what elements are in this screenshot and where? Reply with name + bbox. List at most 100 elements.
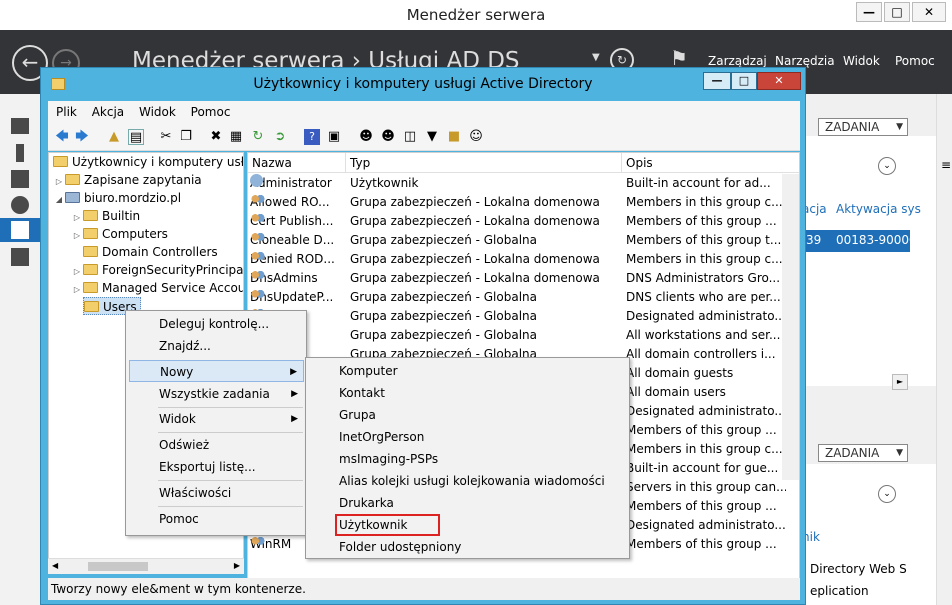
new-ou-icon[interactable]: ◫ — [402, 129, 418, 145]
menu-delegate-control[interactable]: Deleguj kontrolę... — [129, 313, 269, 335]
tasks-dropdown-bottom[interactable]: ZADANIA ▼ — [818, 444, 908, 462]
table-row[interactable]: DnsAdmins Grupa zabezpieczeń - Lokalna do… — [248, 269, 799, 288]
sm-menu-help[interactable]: Pomoc — [895, 54, 935, 68]
tree-hscrollbar[interactable]: ◀ ▶ — [48, 558, 244, 574]
scroll-right-icon[interactable]: ▶ — [234, 561, 240, 570]
table-row[interactable]: DnsUpdateP... Grupa zabezpieczeń - Global… — [248, 288, 799, 307]
expand-icon[interactable]: ▷ — [71, 281, 83, 299]
ad-close-button[interactable]: ✕ — [757, 72, 801, 90]
local-server-icon[interactable] — [16, 144, 24, 162]
sm-close-button[interactable]: ✕ — [912, 2, 946, 22]
new-group[interactable]: Grupa — [309, 404, 376, 426]
sm-right-panel: ZADANIA ▼ ⌄ acja Aktywacja sys 39 00183-9… — [800, 94, 952, 605]
table-row[interactable]: Denied ROD... Grupa zabezpieczeń - Lokaln… — [248, 250, 799, 269]
separator — [158, 506, 303, 507]
ad-ds-icon[interactable] — [11, 196, 29, 214]
table-row[interactable]: Allowed RO... Grupa zabezpieczeń - Lokaln… — [248, 193, 799, 212]
menu-new[interactable]: Nowy ▶ — [129, 360, 304, 382]
folder-icon — [83, 264, 98, 275]
menu-properties[interactable]: Właściwości — [129, 482, 231, 504]
folder-icon — [83, 210, 98, 221]
cell-type: Grupa zabezpieczeń - Globalna — [350, 328, 537, 342]
sm-menu-manage[interactable]: Zarządzaj — [708, 54, 767, 68]
sm-menu-view[interactable]: Widok — [843, 54, 880, 68]
new-contact[interactable]: Kontakt — [309, 382, 385, 404]
scroll-right-icon[interactable]: ► — [892, 374, 908, 390]
new-computer[interactable]: Komputer — [309, 360, 398, 382]
add-to-group-icon[interactable]: ☺ — [468, 129, 484, 145]
copy-icon[interactable]: ❐ — [178, 129, 194, 145]
new-inetorgperson[interactable]: InetOrgPerson — [309, 426, 424, 448]
table-row[interactable]: Cert Publish... Grupa zabezpieczeń - Loka… — [248, 212, 799, 231]
cell-desc: Members of this group t... — [626, 233, 782, 247]
menu-view[interactable]: Widok — [139, 101, 176, 123]
menu-view-sub[interactable]: Widok ▶ — [129, 408, 304, 430]
list-vscrollbar[interactable] — [782, 174, 799, 480]
all-servers-icon[interactable] — [11, 170, 29, 188]
cell-desc: All domain users — [626, 385, 726, 399]
tree-domain[interactable]: ◢ biuro.mordzio.pl — [53, 189, 181, 207]
ad-minimize-button[interactable]: — — [703, 72, 731, 90]
chevron-down-icon[interactable]: ▼ — [592, 52, 600, 63]
properties-icon[interactable]: ▦ — [228, 129, 244, 145]
forward-icon[interactable]: 🡆 — [74, 129, 90, 145]
file-services-icon[interactable] — [11, 248, 29, 266]
sm-minimize-button[interactable]: — — [856, 2, 882, 22]
menu-file[interactable]: Plik — [56, 101, 77, 123]
scroll-left-icon[interactable]: ◀ — [52, 561, 58, 570]
menu-find[interactable]: Znajdź... — [129, 335, 211, 357]
collapse-chevron-icon[interactable]: ⌄ — [878, 157, 896, 175]
scroll-thumb[interactable] — [88, 562, 148, 571]
menu-help[interactable]: Pomoc — [191, 101, 231, 123]
new-msimaging-psps[interactable]: msImaging-PSPs — [309, 448, 438, 470]
tree-managed-service[interactable]: ▷Managed Service Accounts — [71, 279, 243, 299]
refresh-icon-toolbar[interactable]: ↻ — [250, 129, 266, 145]
export-icon[interactable]: ➲ — [272, 129, 288, 145]
dashboard-icon[interactable] — [11, 118, 29, 134]
sm-menu-tools[interactable]: Narzędzia — [775, 54, 835, 68]
tree-root[interactable]: Użytkownicy i komputery usługi — [53, 153, 243, 171]
tasks-dropdown-top[interactable]: ZADANIA ▼ — [818, 118, 908, 136]
find-icon[interactable]: ■ — [446, 129, 462, 145]
collapse-chevron-icon-2[interactable]: ⌄ — [878, 485, 896, 503]
menu-refresh[interactable]: Odśwież — [129, 434, 209, 456]
help-icon[interactable]: ? — [304, 129, 320, 145]
show-tree-icon[interactable]: ▤ — [128, 129, 144, 145]
cut-icon[interactable]: ✂ — [158, 129, 174, 145]
menu-action[interactable]: Akcja — [92, 101, 124, 123]
console-icon[interactable]: ▣ — [326, 129, 342, 145]
separator — [158, 480, 303, 481]
tree-domain-controllers[interactable]: Domain Controllers — [71, 243, 218, 261]
cell-name: Denied ROD... — [250, 250, 335, 266]
sm-maximize-button[interactable]: □ — [884, 2, 910, 22]
back-icon[interactable]: 🡄 — [54, 129, 70, 145]
col-desc[interactable]: Opis — [622, 153, 799, 173]
new-group-icon[interactable]: ☻ — [380, 129, 396, 145]
new-shared-folder[interactable]: Folder udostępniony — [309, 536, 461, 558]
filter-icon[interactable]: ▼ — [424, 129, 440, 145]
col-name[interactable]: Nazwa — [248, 153, 346, 173]
menu-export-list[interactable]: Eksportuj listę... — [129, 456, 256, 478]
table-row[interactable]: Administrator Użytkownik Built-in account … — [248, 174, 799, 193]
tree-saved-queries[interactable]: ▷ Zapisane zapytania — [53, 171, 202, 189]
menu-all-tasks[interactable]: Wszystkie zadania ▶ — [129, 383, 304, 405]
collapse-icon[interactable]: ◢ — [53, 191, 65, 209]
up-folder-icon[interactable]: ▲ — [106, 129, 122, 145]
table-row[interactable]: Ad...Grupa zabezpieczeń - GlobalnaDesign… — [248, 307, 799, 326]
new-user-icon[interactable]: ☻ — [358, 129, 374, 145]
table-row[interactable]: Cloneable D... Grupa zabezpieczeń - Globa… — [248, 231, 799, 250]
tree-builtin[interactable]: ▷ Builtin — [71, 207, 140, 225]
tree-computers[interactable]: ▷ Computers — [71, 225, 168, 243]
menu-help[interactable]: Pomoc — [129, 508, 199, 530]
nav-selected[interactable] — [0, 218, 40, 242]
table-row[interactable]: Co...Grupa zabezpieczeń - GlobalnaAll wo… — [248, 326, 799, 345]
ad-maximize-button[interactable]: □ — [731, 72, 757, 90]
hamburger-icon[interactable]: ≡ — [941, 158, 951, 172]
cell-name: Administrator — [250, 174, 332, 190]
new-printer[interactable]: Drukarka — [309, 492, 394, 514]
new-msmq-alias[interactable]: Alias kolejki usługi kolejkowania wiadom… — [309, 470, 605, 492]
group-icon — [250, 535, 265, 548]
tree-foreign-security[interactable]: ▷ ForeignSecurityPrincipals — [71, 261, 243, 279]
col-type[interactable]: Typ — [346, 153, 622, 173]
delete-icon[interactable]: ✖ — [208, 129, 224, 145]
